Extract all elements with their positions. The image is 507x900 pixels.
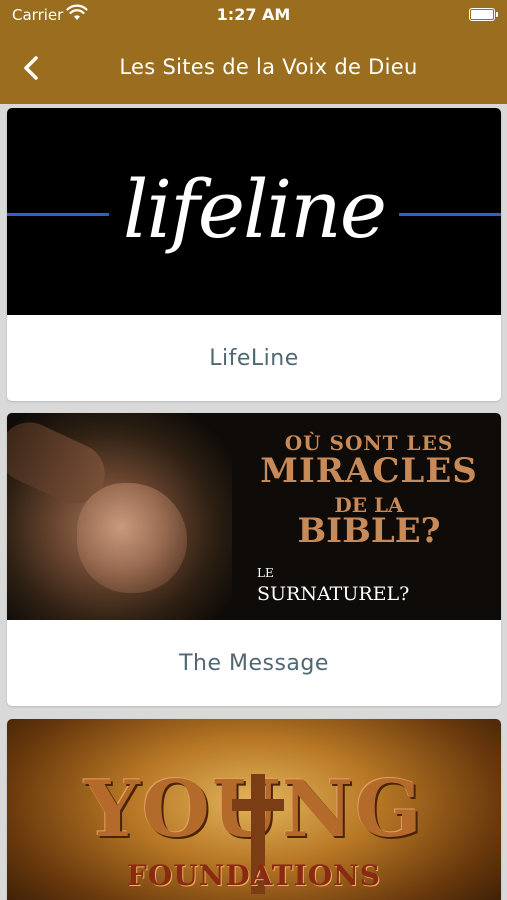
cross-bar bbox=[232, 799, 284, 811]
navigation-bar: Carrier 1:27 AM Les Sites de la Voix de … bbox=[0, 0, 507, 104]
clock: 1:27 AM bbox=[216, 5, 291, 24]
site-card-young-foundations[interactable]: YOUNG FOUNDATIONS bbox=[7, 719, 501, 900]
card-label[interactable]: LifeLine bbox=[7, 315, 501, 401]
card-label[interactable]: The Message bbox=[7, 620, 501, 706]
status-bar: Carrier 1:27 AM bbox=[0, 0, 507, 30]
lifeline-logo-text: lifeline bbox=[122, 163, 387, 256]
young-foundations-banner[interactable]: YOUNG FOUNDATIONS bbox=[7, 719, 501, 900]
page-title: Les Sites de la Voix de Dieu bbox=[119, 55, 418, 79]
site-card-lifeline[interactable]: lifeline LifeLine bbox=[7, 108, 501, 401]
miracles-banner[interactable]: OÙ SONT LES MIRACLES DE LA BIBLE? LE SUR… bbox=[7, 413, 501, 620]
banner-text-line5: LE bbox=[257, 566, 274, 580]
site-card-the-message[interactable]: OÙ SONT LES MIRACLES DE LA BIBLE? LE SUR… bbox=[7, 413, 501, 706]
lifeline-banner[interactable]: lifeline bbox=[7, 108, 501, 315]
battery-icon bbox=[469, 8, 498, 21]
praying-hands-image bbox=[7, 413, 232, 620]
banner-text-line6: SURNATUREL? bbox=[257, 583, 410, 605]
banner-text-line4: BIBLE? bbox=[297, 511, 441, 551]
banner-text-line2: MIRACLES bbox=[260, 451, 478, 491]
banner-text-foundations: FOUNDATIONS bbox=[127, 859, 381, 892]
chevron-left-icon[interactable] bbox=[14, 50, 50, 86]
